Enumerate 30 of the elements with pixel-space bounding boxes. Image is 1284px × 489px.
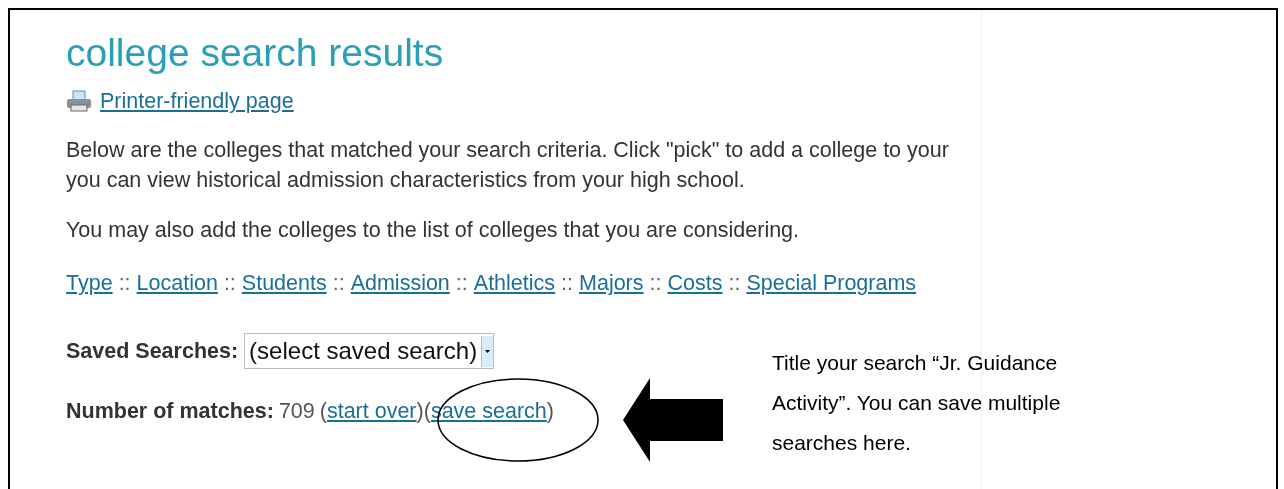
filter-link[interactable]: Majors [579, 271, 644, 296]
paren-text: ( [319, 399, 327, 424]
filter-link[interactable]: Type [66, 271, 113, 296]
filter-link[interactable]: Admission [350, 271, 450, 296]
separator-text: :: [728, 271, 741, 296]
separator-text: :: [455, 271, 468, 296]
filter-link[interactable]: Costs [667, 271, 723, 296]
callout-text-line: Title your search “Jr. Guidance [772, 350, 1059, 376]
callout-text-line: Activity”. You can save multiple [772, 390, 1061, 416]
saved-search-select[interactable]: (select saved search) [244, 333, 495, 370]
filter-link[interactable]: Location [136, 271, 218, 296]
separator-text: :: [223, 271, 236, 296]
filter-link[interactable]: Athletics [473, 271, 556, 296]
matches-label: Number of matches: [66, 399, 274, 424]
intro-note: You may also add the colleges to the list of colleges that you are considering. [66, 217, 801, 245]
page-title: college search results [66, 32, 445, 75]
filter-link[interactable]: Students [241, 271, 327, 296]
filter-link[interactable]: Special Programs [746, 271, 917, 296]
paren-text: ) [546, 399, 554, 424]
separator-text: :: [649, 271, 662, 296]
printer-friendly-link[interactable]: Printer-friendly page [100, 84, 294, 118]
callout-text-line: searches here. [772, 430, 912, 456]
separator-text: :: [561, 271, 573, 296]
paren-text: )( [416, 399, 431, 424]
separator-text: :: [332, 271, 345, 296]
separator-text: :: [118, 271, 131, 296]
intro-text-line: Below are the colleges that matched your search criteria. Click "pick" to add a college to your [66, 137, 950, 165]
matches-count: 709 [278, 399, 315, 424]
intro-text-line: you can view historical admission characteristics from your high school. [66, 167, 746, 195]
saved-searches-label: Saved Searches: [66, 338, 239, 366]
